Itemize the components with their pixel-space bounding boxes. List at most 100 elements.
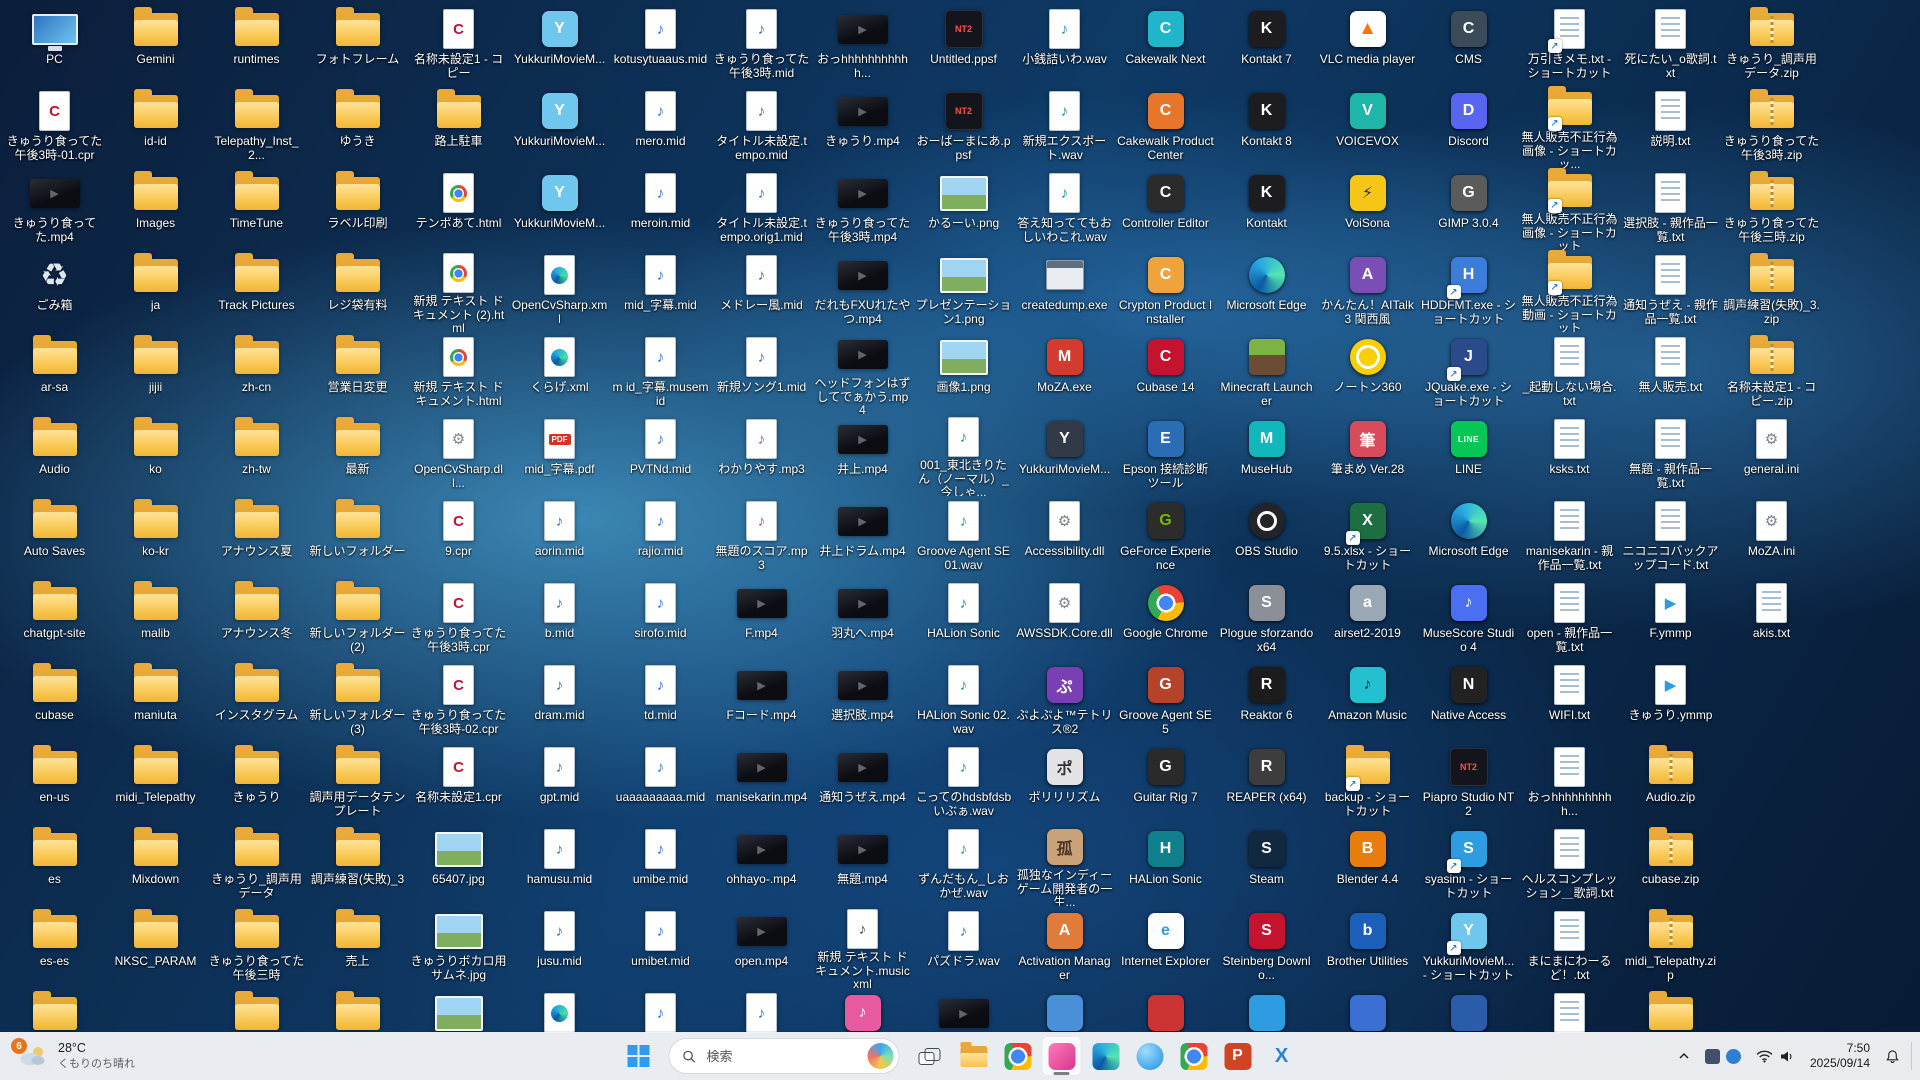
desktop-icon[interactable]: 孤孤独なインディーゲーム開発者の一生... (1014, 824, 1115, 906)
taskbar-search[interactable] (669, 1038, 900, 1074)
desktop-icon[interactable]: ♪新規ソング1.mid (711, 332, 812, 414)
desktop-icon[interactable]: H↗HDDFMT.exe - ショートカット (1418, 250, 1519, 332)
desktop-icon[interactable]: ↗無人販売不正行為 動画 - ショートカット (1519, 250, 1620, 332)
desktop-icon[interactable]: インスタグラム (206, 660, 307, 742)
desktop-icon[interactable]: KKontakt (1216, 168, 1317, 250)
desktop-icon[interactable]: OpenCvSharp.xml (509, 250, 610, 332)
desktop-icon[interactable]: ♪aorin.mid (509, 496, 610, 578)
desktop-icon[interactable]: きゅうり食ってた午後3時.zip (1721, 86, 1822, 168)
desktop-icon[interactable]: zh-tw (206, 414, 307, 496)
desktop-icon[interactable]: cubase (4, 660, 105, 742)
desktop-icon[interactable]: es (4, 824, 105, 906)
desktop-icon[interactable]: C9.cpr (408, 496, 509, 578)
desktop-icon[interactable]: ♪dram.mid (509, 660, 610, 742)
desktop-icon[interactable]: 選択肢.mp4 (812, 660, 913, 742)
desktop-icon[interactable]: ♪meroin.mid (610, 168, 711, 250)
x-app-button[interactable]: X (1262, 1036, 1302, 1076)
desktop-icon[interactable]: Auto Saves (4, 496, 105, 578)
desktop-icon[interactable]: SSteam (1216, 824, 1317, 906)
desktop-icon[interactable]: ♪kotusytuaaus.mid (610, 4, 711, 86)
desktop-icon[interactable]: Telepathy_Inst_2... (206, 86, 307, 168)
desktop-icon[interactable]: WIFI.txt (1519, 660, 1620, 742)
desktop-icon[interactable]: ↗backup - ショートカット (1317, 742, 1418, 824)
desktop-icon[interactable]: ↗万引きメモ.txt - ショートカット (1519, 4, 1620, 86)
desktop-icon[interactable]: NKSC_PARAM (105, 906, 206, 988)
task-view-button[interactable] (910, 1036, 950, 1076)
desktop-icon[interactable]: ゆうき (307, 86, 408, 168)
desktop-icon[interactable]: DDiscord (1418, 86, 1519, 168)
desktop-icon[interactable]: ja (105, 250, 206, 332)
desktop-icon[interactable]: GGeForce Experience (1115, 496, 1216, 578)
desktop-icon[interactable]: 営業日変更 (307, 332, 408, 414)
desktop-icon[interactable]: 調声用データテンプレート (307, 742, 408, 824)
desktop-icon[interactable]: open - 親作品一覧.txt (1519, 578, 1620, 660)
desktop-icon[interactable]: Audio.zip (1620, 742, 1721, 824)
desktop-icon[interactable]: MMoZA.exe (1014, 332, 1115, 414)
desktop-icon[interactable]: NNative Access (1418, 660, 1519, 742)
desktop-icon[interactable]: ♪パズドラ.wav (913, 906, 1014, 988)
desktop-icon[interactable]: F.mp4 (711, 578, 812, 660)
desktop-icon[interactable]: C名称未設定1 - コピー (408, 4, 509, 86)
desktop-icon[interactable]: manisekarin - 親作品一覧.txt (1519, 496, 1620, 578)
desktop-icon[interactable]: YYukkuriMovieM... (1014, 414, 1115, 496)
notification-bell-button[interactable] (1881, 1045, 1904, 1068)
desktop-icon[interactable]: ♪mero.mid (610, 86, 711, 168)
desktop-icon[interactable]: 売上 (307, 906, 408, 988)
desktop-icon[interactable]: Cきゅうり食ってた午後3時-01.cpr (4, 86, 105, 168)
desktop-icon[interactable]: open.mp4 (711, 906, 812, 988)
desktop-icon[interactable]: ♪HALion Sonic (913, 578, 1014, 660)
desktop-icon[interactable]: 新規 テキスト ドキュメント.html (408, 332, 509, 414)
desktop-icon[interactable]: 名称未設定1 - コピー.zip (1721, 332, 1822, 414)
desktop-icon[interactable]: 新しいフォルダー (2) (307, 578, 408, 660)
desktop-icon[interactable]: RReaktor 6 (1216, 660, 1317, 742)
desktop-icon[interactable]: Microsoft Edge (1418, 496, 1519, 578)
desktop-icon[interactable]: 説明.txt (1620, 86, 1721, 168)
blue-app-button[interactable] (1130, 1036, 1170, 1076)
desktop-icon[interactable]: 新規 テキスト ドキュメント (2).html (408, 250, 509, 332)
desktop-icon[interactable]: ノートン360 (1317, 332, 1418, 414)
show-desktop-button[interactable] (1911, 1042, 1918, 1071)
desktop-icon[interactable]: Minecraft Launcher (1216, 332, 1317, 414)
desktop-icon[interactable]: だれもFXUれたやつ.mp4 (812, 250, 913, 332)
desktop-icon[interactable]: en-us (4, 742, 105, 824)
desktop-icon[interactable]: ♻ごみ箱 (4, 250, 105, 332)
desktop-icon[interactable]: ♪わかりやす.mp3 (711, 414, 812, 496)
desktop-icon[interactable]: おっhhhhhhhhhh... (1519, 742, 1620, 824)
desktop-icon[interactable]: OBS Studio (1216, 496, 1317, 578)
desktop-icon[interactable]: _起動しない場合.txt (1519, 332, 1620, 414)
desktop-icon[interactable]: 調声練習(失敗)_3 (307, 824, 408, 906)
desktop-icon[interactable]: Microsoft Edge (1216, 250, 1317, 332)
desktop-icon[interactable]: KKontakt 8 (1216, 86, 1317, 168)
desktop-icon[interactable]: Gemini (105, 4, 206, 86)
desktop-icon[interactable]: ♪hamusu.mid (509, 824, 610, 906)
start-button[interactable] (619, 1036, 659, 1076)
desktop-icon[interactable]: ♪メドレー風.mid (711, 250, 812, 332)
desktop-icon[interactable]: Y↗YukkuriMovieM... - ショートカット (1418, 906, 1519, 988)
desktop-icon[interactable]: GGuitar Rig 7 (1115, 742, 1216, 824)
desktop-icon[interactable]: YYukkuriMovieM... (509, 4, 610, 86)
file-explorer-button[interactable] (954, 1036, 994, 1076)
desktop-icon[interactable]: CCrypton Product Installer (1115, 250, 1216, 332)
desktop-icon[interactable]: 画像1.png (913, 332, 1014, 414)
edge-button[interactable] (1086, 1036, 1126, 1076)
desktop-icon[interactable]: GGIMP 3.0.4 (1418, 168, 1519, 250)
desktop-icon[interactable]: 筆筆まめ Ver.28 (1317, 414, 1418, 496)
desktop-icon[interactable]: NT2Piapro Studio NT2 (1418, 742, 1519, 824)
desktop-icon[interactable]: ♪Amazon Music (1317, 660, 1418, 742)
desktop-icon[interactable]: ⚙MoZA.ini (1721, 496, 1822, 578)
desktop-icon[interactable]: runtimes (206, 4, 307, 86)
desktop-icon[interactable]: ♪MuseScore Studio 4 (1418, 578, 1519, 660)
desktop-icon[interactable]: まにまにわーるど！.txt (1519, 906, 1620, 988)
desktop-icon[interactable]: CCakewalk Next (1115, 4, 1216, 86)
desktop-icon[interactable]: eInternet Explorer (1115, 906, 1216, 988)
desktop-icon[interactable]: RREAPER (x64) (1216, 742, 1317, 824)
desktop-icon[interactable]: malib (105, 578, 206, 660)
desktop-icon[interactable]: CCakewalk Product Center (1115, 86, 1216, 168)
tray-chevron-button[interactable] (1674, 1046, 1694, 1066)
desktop-icon[interactable]: jijii (105, 332, 206, 414)
desktop-icon[interactable]: ヘルスコンプレッション＿歌詞.txt (1519, 824, 1620, 906)
desktop-icon[interactable]: きゅうり (206, 742, 307, 824)
desktop-icon[interactable]: ♪Groove Agent SE 01.wav (913, 496, 1014, 578)
desktop-icon[interactable]: VVOICEVOX (1317, 86, 1418, 168)
desktop-icon[interactable]: midi_Telepathy (105, 742, 206, 824)
